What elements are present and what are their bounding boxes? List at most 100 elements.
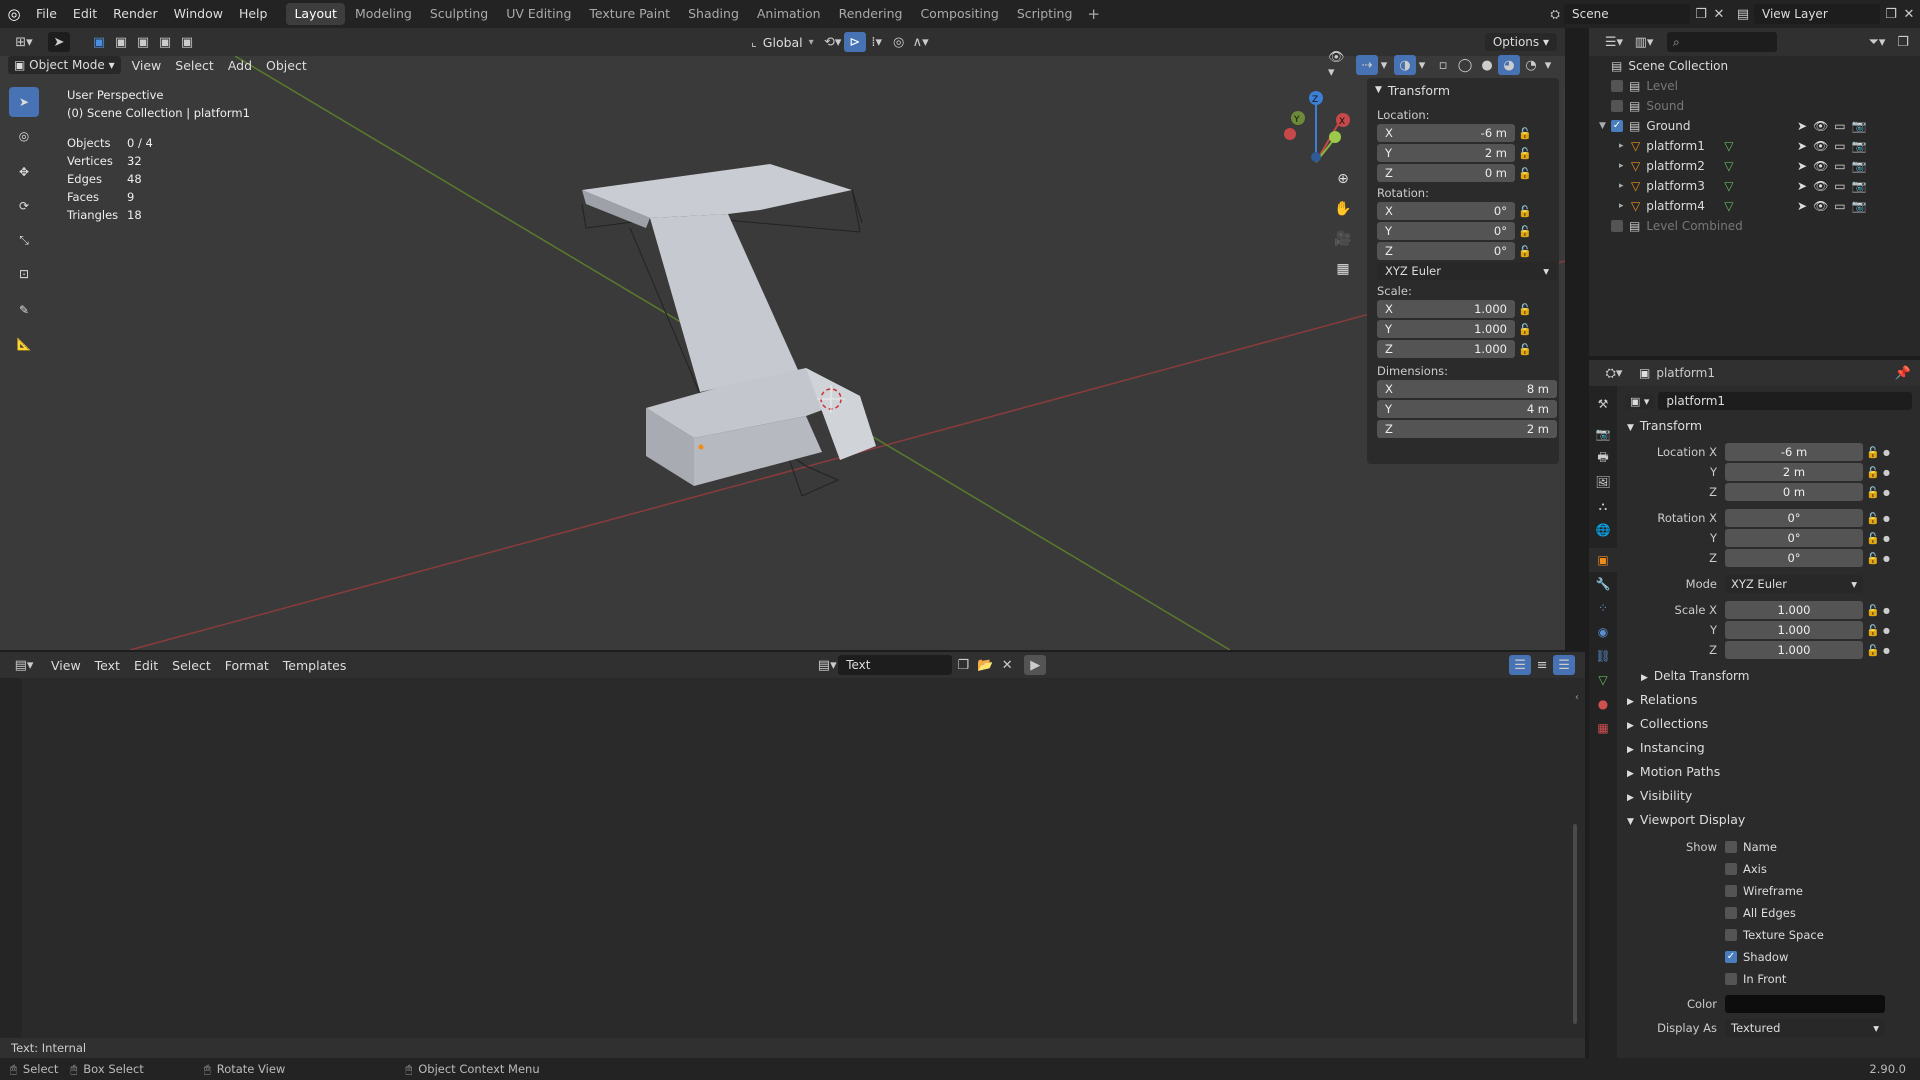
pivot-icon[interactable]: ⟲▾	[822, 32, 844, 52]
rotation-y-field[interactable]: Y 0°	[1377, 222, 1515, 240]
menu-file[interactable]: File	[28, 0, 65, 28]
new-view-layer-icon[interactable]: ❐	[1880, 4, 1902, 24]
lock-icon[interactable]: 🔓	[1515, 245, 1535, 258]
output-tab-icon[interactable]: 🖶	[1589, 446, 1617, 470]
view-layer-icon[interactable]: ▤	[1732, 4, 1754, 24]
eye-icon[interactable]: 👁	[1813, 199, 1828, 213]
lock-icon[interactable]: 🔓	[1863, 532, 1883, 545]
shading-dropdown-icon[interactable]: ▾	[1542, 55, 1554, 75]
keyframe-dot-icon[interactable]: ●	[1883, 534, 1890, 543]
monitor-icon[interactable]: ▭	[1834, 139, 1845, 153]
lock-icon[interactable]: 🔓	[1515, 205, 1535, 218]
location-1-field[interactable]: 2 m	[1725, 463, 1863, 481]
editor-type-icon[interactable]: ⊞▾	[8, 32, 40, 52]
lock-icon[interactable]: 🔓	[1863, 624, 1883, 637]
location-y-field[interactable]: Y 2 m	[1377, 144, 1515, 162]
exclude-checkbox[interactable]: ✓	[1611, 120, 1623, 132]
lock-icon[interactable]: 🔓	[1863, 512, 1883, 525]
eye-icon[interactable]: 👁	[1813, 139, 1828, 153]
object-mode-dropdown[interactable]: ▣ Object Mode ▾	[8, 56, 121, 74]
show-all-edges-row[interactable]: All Edges	[1617, 902, 1920, 924]
disclosure-icon[interactable]: ▸	[1619, 181, 1631, 191]
lock-icon[interactable]: 🔓	[1863, 486, 1883, 499]
data-tab-icon[interactable]: ▽	[1589, 668, 1617, 692]
lock-icon[interactable]: 🔓	[1515, 127, 1535, 140]
text-datablock-icon[interactable]: ▤▾	[816, 655, 838, 675]
text-menu-text[interactable]: Text	[88, 658, 127, 673]
render-tab-icon[interactable]: 📷	[1589, 422, 1617, 446]
show-in-front-row[interactable]: In Front	[1617, 968, 1920, 990]
outliner-item-level[interactable]: ▤ Level	[1589, 76, 1920, 96]
cursor-tool-icon[interactable]: ◎	[9, 121, 39, 151]
outliner-search-input[interactable]: ⌕	[1667, 32, 1777, 52]
color-swatch[interactable]	[1725, 995, 1885, 1013]
tool-tab-icon[interactable]: ⚒	[1589, 392, 1617, 416]
select-mode-subtract-icon[interactable]: ▣	[132, 32, 154, 52]
text-menu-view[interactable]: View	[44, 658, 88, 673]
camera-render-icon[interactable]: 📷	[1852, 159, 1867, 173]
open-text-icon[interactable]: 📂	[974, 655, 996, 675]
constraints-tab-icon[interactable]: ⛓	[1589, 644, 1617, 668]
scale-y-field[interactable]: Y 1.000	[1377, 320, 1515, 338]
tab-scripting[interactable]: Scripting	[1009, 3, 1081, 25]
pan-hand-icon[interactable]: ✋	[1330, 201, 1356, 231]
viewport-menu-select[interactable]: Select	[168, 58, 221, 73]
solid-shading-icon[interactable]: ●	[1476, 55, 1498, 75]
dimensions-y-field[interactable]: Y 4 m	[1377, 400, 1557, 418]
select-mode-new-icon[interactable]: ▣	[88, 32, 110, 52]
dimensions-x-field[interactable]: X 8 m	[1377, 380, 1557, 398]
section-motion-paths[interactable]: ▶ Motion Paths	[1617, 760, 1920, 784]
show-name-checkbox[interactable]	[1725, 841, 1737, 853]
snap-target-icon[interactable]: ⁞▾	[866, 32, 888, 52]
navigation-gizmo[interactable]: Z X Y	[1284, 91, 1350, 163]
text-editor-area[interactable]: ‹	[0, 678, 1585, 1038]
gizmo-dropdown-icon[interactable]: ▾	[1378, 55, 1390, 75]
scale-0-field[interactable]: 1.000	[1725, 601, 1863, 619]
lock-icon[interactable]: 🔓	[1515, 147, 1535, 160]
outliner-item-level-combined[interactable]: ▤ Level Combined	[1589, 216, 1920, 236]
tab-uv-editing[interactable]: UV Editing	[498, 3, 579, 25]
keyframe-dot-icon[interactable]: ●	[1883, 514, 1890, 523]
mesh-data-icon[interactable]: ▽	[1724, 199, 1733, 213]
show-wireframe-row[interactable]: Wireframe	[1617, 880, 1920, 902]
keyframe-dot-icon[interactable]: ●	[1883, 448, 1890, 457]
line-numbers-toggle-icon[interactable]: ☰	[1509, 655, 1532, 675]
zoom-icon[interactable]: ⊕	[1330, 171, 1356, 201]
select-toggle-icon[interactable]: ➤	[1797, 139, 1807, 153]
mesh-data-icon[interactable]: ▽	[1724, 159, 1733, 173]
lock-icon[interactable]: 🔓	[1863, 552, 1883, 565]
show-shadow-row[interactable]: ✓ Shadow	[1617, 946, 1920, 968]
location-0-field[interactable]: -6 m	[1725, 443, 1863, 461]
gizmo-toggle-icon[interactable]: ⇢	[1356, 55, 1378, 75]
physics-tab-icon[interactable]: ◉	[1589, 620, 1617, 644]
rotation-1-field[interactable]: 0°	[1725, 529, 1863, 547]
show-shadow-checkbox[interactable]: ✓	[1725, 951, 1737, 963]
camera-render-icon[interactable]: 📷	[1852, 179, 1867, 193]
add-workspace-button[interactable]: +	[1081, 5, 1106, 23]
keyframe-dot-icon[interactable]: ●	[1883, 554, 1890, 563]
tab-texture-paint[interactable]: Texture Paint	[581, 3, 678, 25]
tab-shading[interactable]: Shading	[680, 3, 747, 25]
disclosure-icon[interactable]: ▸	[1619, 161, 1631, 171]
particles-tab-icon[interactable]: ⁘	[1589, 596, 1617, 620]
select-toggle-icon[interactable]: ➤	[1797, 159, 1807, 173]
eye-icon[interactable]: 👁	[1813, 179, 1828, 193]
filter-icon[interactable]: ⏷▾	[1862, 32, 1892, 52]
display-mode-icon[interactable]: ▥▾	[1629, 32, 1659, 52]
eye-icon[interactable]: 👁	[1813, 119, 1828, 133]
menu-help[interactable]: Help	[231, 0, 276, 28]
text-editor-type-icon[interactable]: ▤▾	[8, 655, 40, 675]
text-menu-select[interactable]: Select	[165, 658, 218, 673]
keyframe-dot-icon[interactable]: ●	[1883, 606, 1890, 615]
scale-1-field[interactable]: 1.000	[1725, 621, 1863, 639]
scene-collection-row[interactable]: ▤ Scene Collection	[1589, 56, 1920, 76]
text-menu-edit[interactable]: Edit	[127, 658, 165, 673]
display-as-dropdown[interactable]: Textured ▾	[1725, 1019, 1885, 1037]
sidebar-tab-tool[interactable]: Tool	[1563, 127, 1565, 160]
show-axis-row[interactable]: Axis	[1617, 858, 1920, 880]
scale-2-field[interactable]: 1.000	[1725, 641, 1863, 659]
mesh-data-icon[interactable]: ▽	[1724, 179, 1733, 193]
lock-icon[interactable]: 🔓	[1515, 303, 1535, 316]
snap-icon[interactable]: ⊳	[843, 32, 866, 52]
menu-edit[interactable]: Edit	[65, 0, 105, 28]
